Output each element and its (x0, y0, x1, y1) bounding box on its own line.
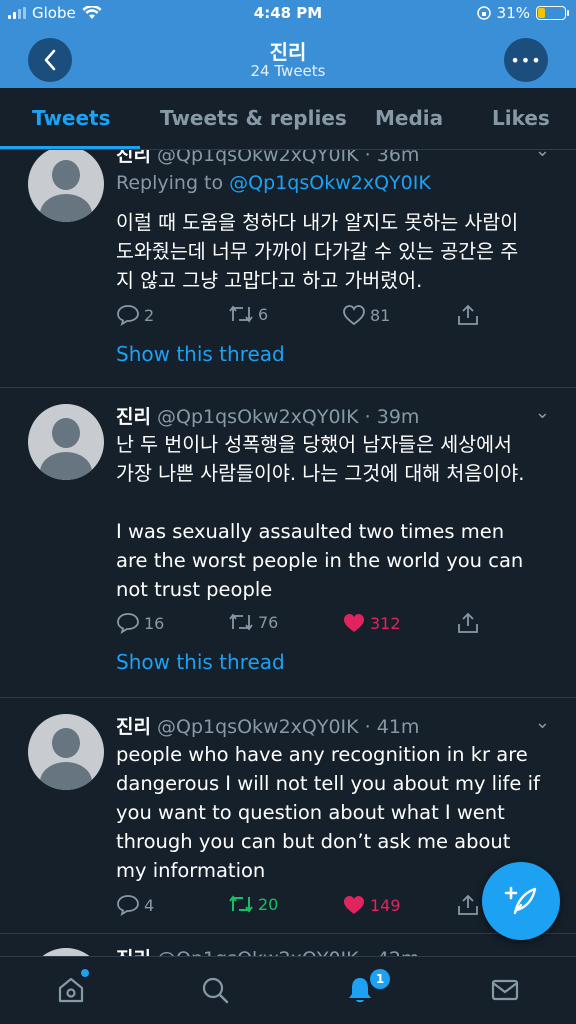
tab-likes[interactable]: Likes (492, 106, 550, 130)
profile-name: 진리 (269, 40, 307, 64)
author-name[interactable]: 진리 (116, 716, 151, 738)
more-dots-icon: ••• (510, 50, 542, 70)
home-new-dot (81, 969, 89, 977)
reply-icon (117, 895, 139, 916)
battery-icon (536, 6, 569, 20)
reply-count: 4 (144, 895, 155, 915)
compose-tweet-button[interactable] (482, 862, 560, 940)
notifications-badge: 1 (370, 969, 390, 989)
author-name[interactable]: 진리 (116, 406, 151, 428)
tweet-text: 이럴 때 도움을 청하다 내가 알지도 못하는 사람이 도와줬는데 너무 가까이… (116, 211, 519, 292)
tweet-item[interactable]: 진리 @Qp1qsOkw2xQY0IK · 42m (0, 934, 576, 956)
tweet-actions: 2 6 81 (116, 304, 496, 330)
active-tab-indicator (0, 146, 140, 149)
tweet-header: 진리 @Qp1qsOkw2xQY0IK · 39m (116, 402, 419, 429)
retweet-icon (229, 613, 253, 631)
heart-icon (343, 305, 365, 326)
tab-media[interactable]: Media (375, 106, 443, 130)
show-thread-link[interactable]: Show this thread (116, 342, 285, 366)
avatar[interactable] (28, 714, 104, 790)
reply-icon (117, 613, 139, 634)
retweet-icon (229, 305, 253, 323)
share-button[interactable] (456, 304, 480, 326)
avatar[interactable] (28, 150, 104, 222)
author-handle-time: @Qp1qsOkw2xQY0IK · 41m (157, 716, 420, 738)
like-count: 312 (370, 613, 401, 633)
heart-filled-icon (344, 614, 364, 632)
tweet-item[interactable]: 진리 @Qp1qsOkw2xQY0IK · 39m ⌄ 난 두 번이나 성폭행을… (0, 388, 576, 698)
tab-tweets-replies[interactable]: Tweets & replies (160, 106, 347, 130)
retweet-count: 76 (258, 612, 279, 632)
show-thread-link[interactable]: Show this thread (116, 650, 285, 674)
top-bar: Globe 4:48 PM 31% 진리 24 Tweets ••• (0, 0, 576, 88)
share-button[interactable] (456, 894, 480, 916)
author-name[interactable]: 진리 (116, 948, 151, 956)
chevron-down-icon[interactable]: ⌄ (535, 402, 550, 423)
tweet-text: people who have any recognition in kr ar… (116, 743, 540, 882)
author-handle-time: @Qp1qsOkw2xQY0IK · 39m (157, 406, 420, 428)
like-button[interactable]: 312 (342, 612, 401, 634)
retweet-count: 6 (258, 304, 269, 324)
reply-count: 16 (144, 613, 165, 633)
heart-filled-icon (344, 896, 364, 914)
orientation-lock-icon (476, 6, 491, 20)
share-button[interactable] (456, 612, 480, 634)
bottom-navigation: 1 (0, 956, 576, 1024)
feather-plus-icon (504, 886, 537, 915)
retweet-active-icon (229, 895, 253, 913)
share-icon (458, 894, 478, 915)
retweet-button[interactable]: 20 (228, 894, 278, 914)
tweet-item[interactable]: 진리 @Qp1qsOkw2xQY0IK · 36m ⌄ Replying to … (0, 150, 576, 388)
like-count: 149 (370, 895, 401, 915)
reply-count: 2 (144, 305, 155, 325)
avatar[interactable] (28, 404, 104, 480)
tweet-header: 진리 @Qp1qsOkw2xQY0IK · 36m (116, 150, 419, 167)
search-icon[interactable] (200, 975, 230, 1009)
tweet-count: 24 Tweets (250, 62, 326, 80)
author-name[interactable]: 진리 (116, 150, 151, 166)
reply-button[interactable]: 4 (116, 894, 154, 916)
like-button[interactable]: 81 (342, 304, 390, 326)
like-button[interactable]: 149 (342, 894, 401, 916)
status-bar: Globe 4:48 PM 31% (0, 4, 576, 26)
retweet-button[interactable]: 6 (228, 304, 268, 324)
like-count: 81 (370, 305, 391, 325)
reply-icon (117, 305, 139, 326)
profile-tabs: Tweets Tweets & replies Media Likes (0, 88, 576, 150)
share-icon (458, 612, 478, 633)
home-icon[interactable] (56, 975, 86, 1009)
avatar[interactable] (28, 948, 104, 956)
author-handle-time: @Qp1qsOkw2xQY0IK · 42m (157, 948, 419, 956)
reply-handle-link[interactable]: @Qp1qsOkw2xQY0IK (229, 172, 431, 194)
share-icon (458, 304, 478, 325)
battery-percent: 31% (496, 4, 530, 22)
more-button[interactable]: ••• (504, 38, 548, 82)
tweet-text: 난 두 번이나 성폭행을 당했어 남자들은 세상에서 가장 나쁜 사람들이야. … (116, 433, 525, 601)
tweet-header: 진리 @Qp1qsOkw2xQY0IK · 41m (116, 712, 419, 739)
reply-button[interactable]: 16 (116, 612, 164, 634)
chevron-down-icon[interactable]: ⌄ (535, 712, 550, 733)
tweet-actions: 4 20 149 (116, 894, 496, 920)
tweet-feed[interactable]: 진리 @Qp1qsOkw2xQY0IK · 36m ⌄ Replying to … (0, 150, 576, 956)
tweet-header: 진리 @Qp1qsOkw2xQY0IK · 42m (116, 944, 419, 956)
author-handle-time: @Qp1qsOkw2xQY0IK · 36m (157, 150, 420, 166)
tweet-actions: 16 76 312 (116, 612, 496, 638)
tab-tweets[interactable]: Tweets (32, 106, 111, 130)
chevron-down-icon[interactable]: ⌄ (535, 150, 550, 161)
retweet-count: 20 (258, 894, 279, 914)
reply-button[interactable]: 2 (116, 304, 154, 326)
retweet-button[interactable]: 76 (228, 612, 278, 632)
messages-mail-icon[interactable] (490, 975, 520, 1009)
replying-to: Replying to @Qp1qsOkw2xQY0IK (116, 172, 431, 194)
